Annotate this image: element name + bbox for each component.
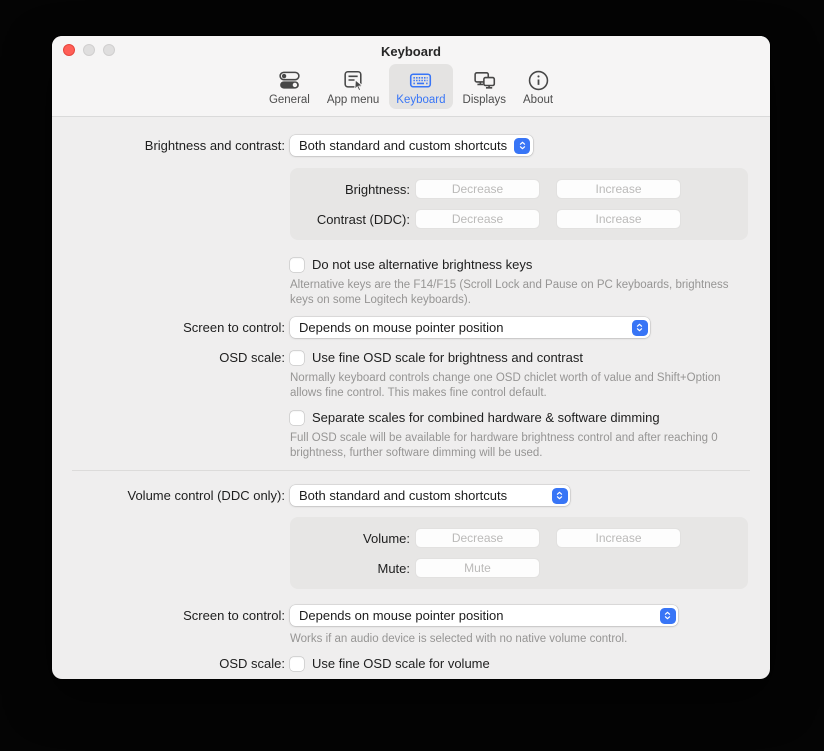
mute-shortcut-row: Mute: Mute [290, 558, 748, 578]
volume-mode-label: Volume control (DDC only): [52, 488, 285, 503]
separate-scales-row: Separate scales for combined hardware & … [52, 410, 770, 425]
alt-brightness-keys-label: Do not use alternative brightness keys [312, 257, 532, 272]
keyboard-settings-content: Brightness and contrast: Both standard a… [52, 117, 770, 671]
displays-icon [472, 68, 497, 93]
zoom-button[interactable] [103, 44, 115, 56]
volume-increase-button[interactable]: Increase [556, 528, 681, 548]
mute-label: Mute: [290, 561, 410, 576]
chevron-up-down-icon [514, 138, 530, 154]
fine-osd-volume-checkbox[interactable] [290, 657, 304, 671]
preferences-window: Keyboard General App menu [52, 36, 770, 679]
toolbar: General App menu [52, 64, 770, 109]
tab-label: App menu [327, 94, 379, 106]
tab-displays[interactable]: Displays [456, 64, 513, 109]
separate-scales-help: Full OSD scale will be available for har… [290, 431, 745, 461]
brightness-shortcuts-panel: Brightness: Decrease Increase Contrast (… [290, 168, 748, 240]
volume-screen-help: Works if an audio device is selected wit… [290, 632, 745, 647]
window-title: Keyboard [52, 41, 770, 59]
selected-option: Both standard and custom shortcuts [299, 488, 507, 503]
volume-screen-select[interactable]: Depends on mouse pointer position [290, 605, 678, 626]
volume-mode-select[interactable]: Both standard and custom shortcuts [290, 485, 570, 506]
separate-scales-checkbox[interactable] [290, 411, 304, 425]
brightness-mode-row: Brightness and contrast: Both standard a… [52, 135, 770, 156]
brightness-screen-select[interactable]: Depends on mouse pointer position [290, 317, 650, 338]
keyboard-icon [408, 68, 433, 93]
contrast-shortcut-row: Contrast (DDC): Decrease Increase [290, 209, 748, 229]
toggles-icon [277, 68, 302, 93]
section-divider [72, 470, 750, 471]
traffic-lights [63, 44, 115, 56]
brightness-shortcut-row: Brightness: Decrease Increase [290, 179, 748, 199]
close-button[interactable] [63, 44, 75, 56]
volume-mode-row: Volume control (DDC only): Both standard… [52, 485, 770, 506]
volume-shortcuts-panel: Volume: Decrease Increase Mute: Mute [290, 517, 748, 589]
brightness-mode-label: Brightness and contrast: [52, 138, 285, 153]
brightness-decrease-button[interactable]: Decrease [415, 179, 540, 199]
brightness-osd-label: OSD scale: [52, 350, 285, 365]
selected-option: Both standard and custom shortcuts [299, 138, 507, 153]
brightness-osd-row: OSD scale: Use fine OSD scale for bright… [52, 350, 770, 365]
contrast-label: Contrast (DDC): [290, 212, 410, 227]
brightness-screen-label: Screen to control: [52, 320, 285, 335]
brightness-mode-select[interactable]: Both standard and custom shortcuts [290, 135, 533, 156]
selected-option: Depends on mouse pointer position [299, 608, 504, 623]
tab-label: Keyboard [396, 94, 445, 106]
fine-osd-brightness-checkbox[interactable] [290, 351, 304, 365]
volume-screen-row: Screen to control: Depends on mouse poin… [52, 605, 770, 626]
tab-label: General [269, 94, 310, 106]
tab-general[interactable]: General [262, 64, 317, 109]
contrast-decrease-button[interactable]: Decrease [415, 209, 540, 229]
info-icon [526, 68, 551, 93]
tab-keyboard[interactable]: Keyboard [389, 64, 452, 109]
mute-button[interactable]: Mute [415, 558, 540, 578]
alt-brightness-keys-help: Alternative keys are the F14/F15 (Scroll… [290, 278, 745, 308]
alt-brightness-keys-checkbox[interactable] [290, 258, 304, 272]
tab-about[interactable]: About [516, 64, 560, 109]
selected-option: Depends on mouse pointer position [299, 320, 504, 335]
volume-osd-label: OSD scale: [52, 656, 285, 671]
tab-label: About [523, 94, 553, 106]
brightness-screen-row: Screen to control: Depends on mouse poin… [52, 317, 770, 338]
window-header: Keyboard General App menu [52, 36, 770, 117]
minimize-button[interactable] [83, 44, 95, 56]
menu-document-icon [341, 68, 366, 93]
fine-osd-brightness-help: Normally keyboard controls change one OS… [290, 371, 745, 401]
tab-app-menu[interactable]: App menu [320, 64, 386, 109]
tab-label: Displays [463, 94, 506, 106]
chevron-up-down-icon [660, 608, 676, 624]
contrast-increase-button[interactable]: Increase [556, 209, 681, 229]
separate-scales-label: Separate scales for combined hardware & … [312, 410, 660, 425]
brightness-label: Brightness: [290, 182, 410, 197]
volume-screen-label: Screen to control: [52, 608, 285, 623]
volume-label: Volume: [290, 531, 410, 546]
titlebar: Keyboard [52, 36, 770, 63]
chevron-up-down-icon [632, 320, 648, 336]
brightness-increase-button[interactable]: Increase [556, 179, 681, 199]
fine-osd-volume-label: Use fine OSD scale for volume [312, 656, 490, 671]
fine-osd-brightness-label: Use fine OSD scale for brightness and co… [312, 350, 583, 365]
volume-shortcut-row: Volume: Decrease Increase [290, 528, 748, 548]
alt-brightness-keys-row: Do not use alternative brightness keys [52, 257, 770, 272]
chevron-up-down-icon [552, 488, 568, 504]
volume-osd-row: OSD scale: Use fine OSD scale for volume [52, 656, 770, 671]
volume-decrease-button[interactable]: Decrease [415, 528, 540, 548]
